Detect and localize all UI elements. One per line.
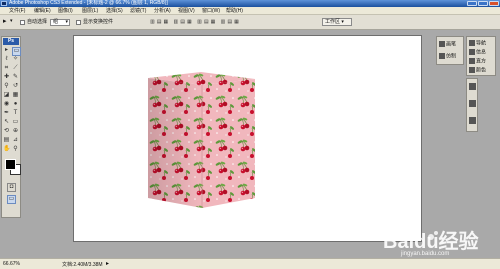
eraser-tool-icon[interactable]: ◪ [3, 92, 10, 99]
move-tool-icon[interactable]: ▸ [3, 18, 7, 25]
channels-icon[interactable] [469, 100, 476, 107]
dodge-tool-icon[interactable]: ● [12, 101, 19, 108]
3d-orbit-icon[interactable]: ⊕ [12, 128, 19, 135]
eyedropper-icon[interactable]: ⊿ [12, 137, 19, 144]
magic-wand-icon[interactable]: ✧ [12, 56, 19, 63]
panel-dock-navigator: 导航 信息 直方 颜色 [466, 36, 496, 76]
tool-preset-dropdown[interactable]: ▾ [10, 18, 13, 25]
clone-source-icon [439, 53, 445, 59]
window-title: Adobe Photoshop CS3 Extended - [未标题-2 @ … [9, 0, 168, 6]
panel-label: 信息 [476, 49, 487, 56]
menu-select[interactable]: 选择(S) [106, 7, 123, 15]
lasso-tool-icon[interactable]: ℓ [3, 56, 10, 63]
status-menu-arrow-icon[interactable]: ▸ [106, 260, 109, 267]
menu-help[interactable]: 帮助(H) [226, 7, 243, 15]
crop-tool-icon[interactable]: ⌗ [3, 65, 10, 72]
color-icon [469, 67, 475, 73]
chevron-down-icon: ▾ [65, 19, 68, 25]
marquee-tool-icon[interactable]: ▭ [12, 47, 21, 56]
type-tool-icon[interactable]: T [12, 110, 19, 117]
panel-clone-button[interactable]: 仿制 [439, 53, 456, 60]
move-tool-icon[interactable]: ▸ [3, 47, 10, 54]
auto-select-dropdown[interactable]: 组 ▾ [50, 19, 70, 26]
title-bar: Adobe Photoshop CS3 Extended - [未标题-2 @ … [0, 0, 500, 7]
menu-layer[interactable]: 图层(L) [82, 7, 98, 15]
menu-analysis[interactable]: 分析(A) [154, 7, 171, 15]
menu-bar: 文件(F) 编辑(E) 图像(I) 图层(L) 选择(S) 滤镜(T) 分析(A… [0, 7, 500, 15]
zoom-level[interactable]: 66.67% [3, 261, 20, 267]
close-button[interactable] [489, 1, 499, 6]
options-bar: ▸ ▾ 自动选择 组 ▾ 显示变换控件 ▥▤▦ ▥▤▦ ▥▤▦ ▥▤▦ 工作区 … [0, 15, 500, 30]
pen-tool-icon[interactable]: ✒ [3, 110, 10, 117]
info-icon [469, 49, 475, 55]
layers-icon[interactable] [469, 83, 476, 90]
panel-navigator-button[interactable]: 导航 [469, 40, 486, 47]
blur-tool-icon[interactable]: ◉ [3, 101, 10, 108]
gradient-tool-icon[interactable]: ▦ [12, 92, 19, 99]
auto-select-value: 组 [53, 19, 59, 25]
path-select-icon[interactable]: ↖ [3, 119, 10, 126]
notes-tool-icon[interactable]: ▤ [3, 137, 10, 144]
show-transform-label: 显示变换控件 [83, 19, 114, 25]
quick-mask-icon[interactable]: ◘ [7, 183, 16, 192]
3d-rotate-icon[interactable]: ⟲ [3, 128, 10, 135]
cherry-box-image [148, 72, 255, 208]
toolbox: Ps ▸ ▭ ℓ ✧ ⌗ ⟋ ✚ ✎ ⚲ ↺ ◪ ▦ ◉ ● ✒ T ↖ ▭ ⟲… [1, 36, 21, 218]
watermark-brand: Baidu经验 [383, 231, 479, 253]
photoshop-app-icon [1, 1, 7, 6]
histogram-icon [469, 58, 475, 64]
screen-mode-icon[interactable]: ▭ [7, 195, 16, 204]
menu-filter[interactable]: 滤镜(T) [130, 7, 146, 15]
zoom-tool-icon[interactable]: ⚲ [12, 146, 19, 153]
panel-label: 导航 [476, 40, 487, 47]
brush-tool-icon[interactable]: ✎ [12, 74, 19, 81]
shape-tool-icon[interactable]: ▭ [12, 119, 19, 126]
panel-label: 仿制 [446, 53, 457, 60]
menu-image[interactable]: 图像(I) [58, 7, 73, 15]
auto-select-checkbox[interactable] [20, 20, 25, 25]
panel-dock-layers [466, 78, 478, 132]
clone-stamp-icon[interactable]: ⚲ [3, 83, 10, 90]
panel-label: 画笔 [446, 41, 457, 48]
panel-brush-button[interactable]: 画笔 [439, 41, 456, 48]
panel-info-button[interactable]: 信息 [469, 49, 486, 56]
brush-icon [439, 41, 445, 47]
menu-edit[interactable]: 编辑(E) [34, 7, 51, 15]
history-brush-icon[interactable]: ↺ [12, 83, 19, 90]
baidu-watermark: Baidu经验 jingyan.baidu.com [383, 223, 493, 263]
panel-color-button[interactable]: 颜色 [469, 67, 486, 74]
paths-icon[interactable] [469, 117, 476, 124]
photoshop-logo: Ps [3, 38, 19, 45]
minimize-button[interactable] [467, 1, 477, 6]
show-transform-checkbox[interactable] [76, 20, 81, 25]
panel-label: 颜色 [476, 67, 487, 74]
panel-histogram-button[interactable]: 直方 [469, 58, 486, 65]
menu-window[interactable]: 窗口(W) [202, 7, 220, 15]
hand-tool-icon[interactable]: ✋ [3, 146, 10, 153]
doc-size: 文档:2.40M/3.38M [62, 262, 103, 268]
menu-file[interactable]: 文件(F) [9, 7, 25, 15]
workspace-button[interactable]: 工作区 ▾ [322, 18, 352, 26]
menu-view[interactable]: 视图(V) [178, 7, 195, 15]
align-icons[interactable]: ▥▤▦ ▥▤▦ ▥▤▦ ▥▤▦ [150, 19, 241, 26]
auto-select-label: 自动选择 [27, 19, 48, 25]
panel-dock-brush: 画笔 仿制 [436, 36, 464, 65]
panel-label: 直方 [476, 58, 487, 65]
watermark-url: jingyan.baidu.com [401, 251, 450, 257]
maximize-button[interactable] [478, 1, 488, 6]
foreground-color-swatch-front [5, 159, 16, 170]
slice-tool-icon[interactable]: ⟋ [12, 65, 19, 72]
healing-brush-icon[interactable]: ✚ [3, 74, 10, 81]
navigator-icon [469, 40, 475, 46]
